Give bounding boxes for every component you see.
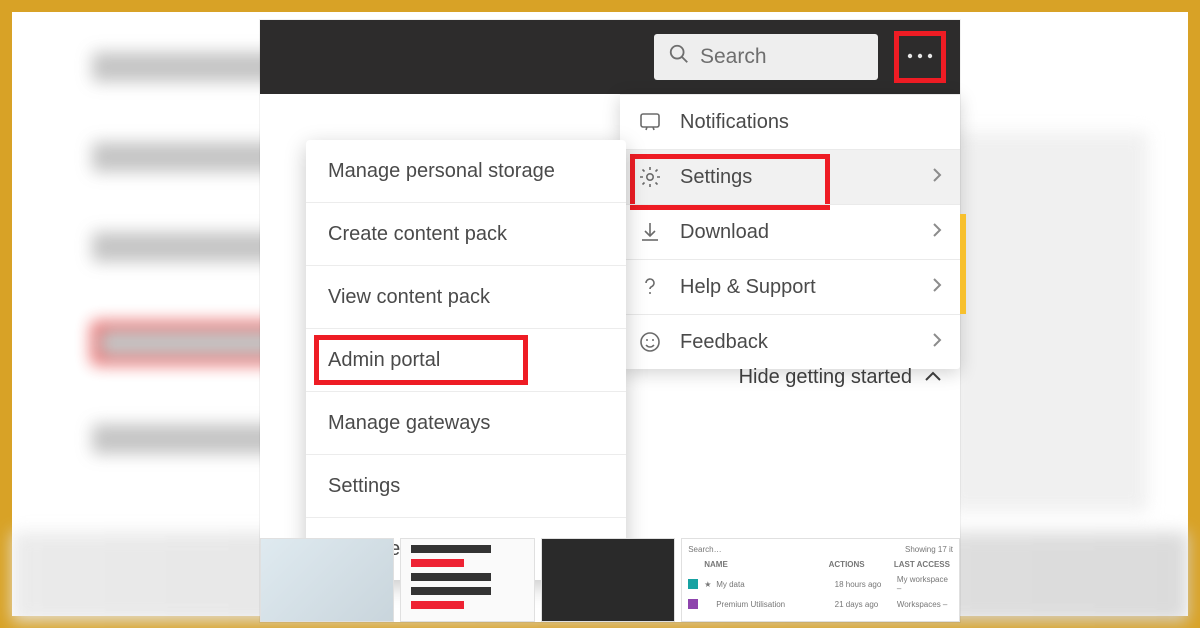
dropdown-item-label: Download bbox=[680, 221, 769, 244]
cell-name: My data bbox=[716, 580, 828, 589]
tile-datasets-table[interactable]: Search… Showing 17 it NAME ACTIONS LAST … bbox=[681, 538, 960, 622]
hide-getting-started-toggle[interactable]: Hide getting started bbox=[739, 366, 942, 389]
settings-submenu: Manage personal storage Create content p… bbox=[306, 140, 626, 580]
search-icon bbox=[668, 43, 690, 71]
search-placeholder: Search bbox=[700, 45, 767, 69]
feedback-icon bbox=[638, 330, 662, 354]
dropdown-item-label: Feedback bbox=[680, 331, 768, 354]
chevron-right-icon bbox=[932, 331, 942, 354]
search-input[interactable]: Search bbox=[654, 34, 878, 80]
tile-dark[interactable] bbox=[541, 538, 675, 622]
submenu-item-manage-gateways[interactable]: Manage gateways bbox=[306, 391, 626, 454]
submenu-item-manage-personal-storage[interactable]: Manage personal storage bbox=[306, 140, 626, 202]
dropdown-item-notifications[interactable]: Notifications bbox=[620, 94, 960, 149]
submenu-item-view-content-pack[interactable]: View content pack bbox=[306, 265, 626, 328]
scroll-indicator bbox=[960, 214, 966, 314]
dropdown-item-label: Help & Support bbox=[680, 276, 816, 299]
col-name: NAME bbox=[704, 560, 822, 569]
col-actions: ACTIONS bbox=[829, 560, 888, 569]
table-showing: Showing 17 it bbox=[905, 545, 953, 554]
cell-actions: 18 hours ago bbox=[835, 580, 891, 589]
submenu-item-label: Settings bbox=[328, 475, 400, 498]
submenu-item-label: Admin portal bbox=[328, 349, 440, 372]
gear-icon bbox=[638, 165, 662, 189]
cell-last: My workspace – bbox=[897, 575, 953, 593]
chevron-right-icon bbox=[932, 276, 942, 299]
cell-name: Premium Utilisation bbox=[716, 600, 828, 609]
chevron-up-icon bbox=[924, 366, 942, 389]
dropdown-item-label: Notifications bbox=[680, 111, 789, 134]
notification-icon bbox=[638, 110, 662, 134]
submenu-item-admin-portal[interactable]: Admin portal bbox=[306, 328, 626, 391]
cell-last: Workspaces – bbox=[897, 600, 953, 609]
submenu-item-settings[interactable]: Settings bbox=[306, 454, 626, 517]
submenu-item-label: Manage gateways bbox=[328, 412, 490, 435]
more-options-button[interactable] bbox=[894, 31, 946, 83]
tile-bar-chart[interactable] bbox=[400, 538, 534, 622]
submenu-item-label: Create content pack bbox=[328, 223, 507, 246]
hide-getting-started-label: Hide getting started bbox=[739, 366, 912, 389]
table-row[interactable]: ★ My data 18 hours ago My workspace – bbox=[688, 575, 953, 593]
table-row[interactable]: Premium Utilisation 21 days ago Workspac… bbox=[688, 599, 953, 609]
chevron-right-icon bbox=[932, 221, 942, 244]
table-search[interactable]: Search… bbox=[688, 545, 721, 554]
top-bar: Search bbox=[260, 20, 960, 94]
dropdown-item-help[interactable]: Help & Support bbox=[620, 259, 960, 314]
app-window: Search Notifications Settings bbox=[260, 20, 960, 622]
dashboard-tiles: Search… Showing 17 it NAME ACTIONS LAST … bbox=[260, 538, 960, 622]
submenu-item-label: View content pack bbox=[328, 286, 490, 309]
help-icon bbox=[638, 275, 662, 299]
dropdown-item-label: Settings bbox=[680, 166, 752, 189]
download-icon bbox=[638, 220, 662, 244]
submenu-item-create-content-pack[interactable]: Create content pack bbox=[306, 202, 626, 265]
tutorial-frame: alpha Search Notificati bbox=[0, 0, 1200, 628]
options-dropdown: Notifications Settings Download bbox=[620, 94, 960, 369]
col-last: LAST ACCESS bbox=[894, 560, 953, 569]
dropdown-item-download[interactable]: Download bbox=[620, 204, 960, 259]
chevron-right-icon bbox=[932, 166, 942, 189]
ellipsis-icon bbox=[906, 48, 934, 66]
submenu-item-label: Manage personal storage bbox=[328, 160, 555, 183]
tile-map[interactable] bbox=[260, 538, 394, 622]
dropdown-item-feedback[interactable]: Feedback bbox=[620, 314, 960, 369]
dropdown-item-settings[interactable]: Settings bbox=[620, 149, 960, 204]
cell-actions: 21 days ago bbox=[835, 600, 891, 609]
